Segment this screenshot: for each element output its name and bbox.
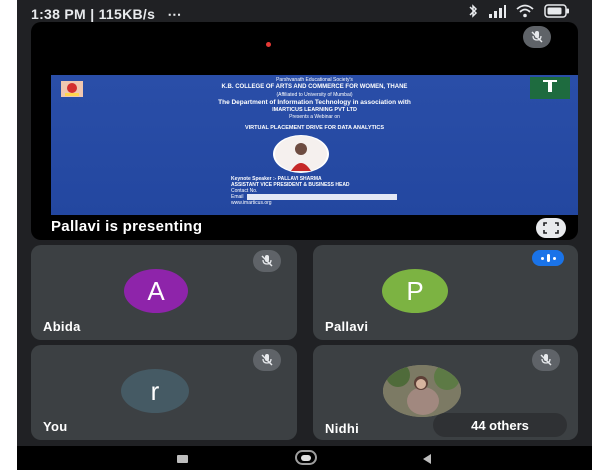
recents-button[interactable] <box>177 455 188 463</box>
status-extras: ⋯ <box>167 6 182 22</box>
fullscreen-icon <box>543 222 559 234</box>
participant-name: Abida <box>43 319 81 334</box>
participant-name: Nidhi <box>325 421 359 436</box>
speaker-photo <box>273 135 329 173</box>
others-badge[interactable]: 44 others <box>433 413 567 437</box>
avatar-initial: P <box>406 275 424 306</box>
fullscreen-button[interactable] <box>536 218 566 238</box>
shared-slide: Parshvanath Educational Society's K.B. C… <box>51 75 578 215</box>
mic-off-icon <box>253 349 281 371</box>
slide-society: Parshvanath Educational Society's <box>276 77 353 83</box>
participant-tile-pallavi[interactable]: P Pallavi <box>313 245 578 340</box>
participant-name: Pallavi <box>325 319 369 334</box>
speaker-block: Keynote Speaker :- PALLAVI SHARMA ASSIST… <box>231 176 397 206</box>
avatar-initial: A <box>147 275 165 306</box>
slide-department: The Department of Information Technology… <box>218 99 411 106</box>
participant-tile-you[interactable]: r You <box>31 345 297 440</box>
mic-off-icon <box>523 26 551 48</box>
phone-screen: 1:38 PM | 115KB/s ⋯ Parshvanath Educatio… <box>17 0 592 470</box>
mic-off-icon <box>532 349 560 371</box>
bluetooth-icon <box>469 4 478 18</box>
avatar: r <box>121 369 189 413</box>
participant-tile-abida[interactable]: A Abida <box>31 245 297 340</box>
participant-name: You <box>43 419 68 434</box>
wifi-icon <box>516 4 534 18</box>
slide-affiliation: (Affiliated to University of Mumbai) <box>276 92 353 98</box>
mic-off-icon <box>253 250 281 272</box>
presentation-stage[interactable]: Parshvanath Educational Society's K.B. C… <box>31 22 578 240</box>
avatar-photo <box>383 365 461 417</box>
status-time-speed: 1:38 PM | 115KB/s <box>31 6 156 22</box>
status-icons <box>468 4 570 18</box>
recording-dot <box>266 42 271 47</box>
avatar-initial: r <box>150 375 160 406</box>
slide-college: K.B. COLLEGE OF ARTS AND COMMERCE FOR WO… <box>221 84 408 90</box>
participant-tile-nidhi[interactable]: Nidhi 44 others <box>313 345 578 440</box>
status-time: 1:38 PM | 115KB/s ⋯ <box>31 6 182 23</box>
speaking-indicator-icon <box>532 250 564 266</box>
avatar: P <box>382 269 448 313</box>
android-nav-bar <box>17 446 592 470</box>
home-button[interactable] <box>295 450 317 465</box>
slide-web: www.imarticus.org <box>231 200 272 206</box>
slide-topic: VIRTUAL PLACEMENT DRIVE FOR DATA ANALYTI… <box>244 125 385 131</box>
signal-icon <box>489 5 506 18</box>
avatar: A <box>124 269 188 313</box>
back-button[interactable] <box>421 453 433 465</box>
slide-presents: Presents a Webinar on <box>289 114 340 120</box>
slide-partner: IMARTICUS LEARNING PVT LTD <box>272 107 357 113</box>
battery-icon <box>544 4 569 18</box>
others-count: 44 others <box>471 417 529 433</box>
presenter-label: Pallavi is presenting <box>51 218 203 235</box>
